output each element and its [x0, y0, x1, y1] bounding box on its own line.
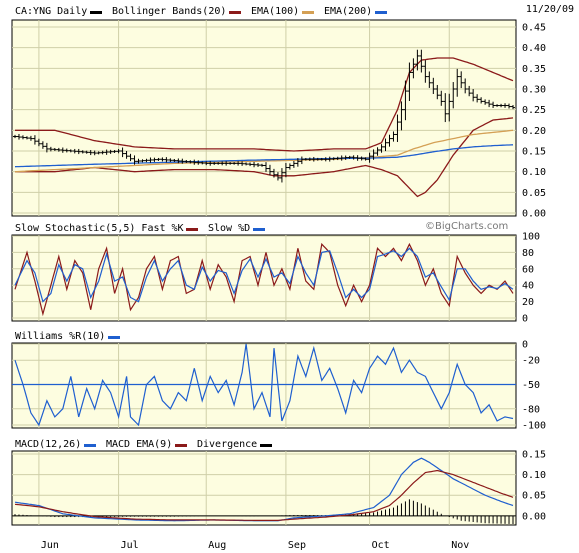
legend-swatch — [260, 444, 272, 447]
y-tick-label: 0.00 — [522, 511, 546, 522]
y-tick-label: 80 — [522, 248, 534, 259]
legend-label: EMA(100) — [251, 6, 299, 17]
y-tick-label: -20 — [522, 356, 540, 367]
y-tick-label: 0.45 — [522, 23, 546, 34]
y-tick-label: 0.15 — [522, 147, 546, 158]
legend-swatch — [84, 444, 96, 447]
y-tick-label: -50 — [522, 380, 540, 391]
x-tick-label: Sep — [288, 540, 306, 551]
legend-label: MACD EMA(9) — [106, 439, 172, 450]
legend-swatch — [229, 11, 241, 14]
y-tick-label: 0.20 — [522, 126, 546, 137]
legend-label: EMA(200) — [324, 6, 372, 17]
panel-background — [11, 342, 517, 429]
legend-label: MACD(12,26) — [15, 439, 81, 450]
y-tick-label: 0.15 — [522, 450, 546, 461]
legend-swatch — [302, 11, 314, 14]
y-tick-label: 0.10 — [522, 470, 546, 481]
x-tick-label: Aug — [208, 540, 226, 551]
panel-background — [11, 450, 517, 526]
stock-chart: 11/20/09 0.00 0.05 0.10 0.15 0.20 0.25 0.30 0.3… — [11, 4, 574, 551]
legend-swatch — [375, 11, 387, 14]
legend-label: Williams %R(10) — [15, 331, 105, 342]
x-tick-label: Jun — [41, 540, 59, 551]
y-tick-label: 60 — [522, 264, 534, 275]
y-tick-label: 0.00 — [522, 209, 546, 220]
y-tick-label: -80 — [522, 404, 540, 415]
y-tick-label: 0.25 — [522, 105, 546, 116]
panel-background — [11, 19, 517, 217]
y-tick-label: 0.40 — [522, 43, 546, 54]
y-tick-label: 20 — [522, 297, 534, 308]
y-tick-label: 0.10 — [522, 167, 546, 178]
y-tick-label: 0.30 — [522, 85, 546, 96]
y-tick-label: 0.35 — [522, 64, 546, 75]
y-tick-label: 40 — [522, 281, 534, 292]
legend-label: CA:YNG Daily — [15, 6, 87, 17]
legend-swatch — [175, 444, 187, 447]
y-tick-label: 100 — [522, 232, 540, 243]
panel-macd: 0.00 0.05 0.10 0.15 MACD(12,26) MACD EMA(9) Di… — [11, 439, 546, 526]
panel-price: 0.00 0.05 0.10 0.15 0.20 0.25 0.30 0.35 0.40 0.45… — [11, 6, 546, 220]
legend-label: Slow %D — [208, 223, 250, 234]
x-tick-label: Jul — [121, 540, 139, 551]
legend-swatch — [90, 11, 102, 14]
legend-swatch — [186, 228, 198, 231]
panel-background — [11, 234, 517, 322]
panel-williams: -100 -80 -50 -20 0 Williams %R(10) — [11, 331, 546, 432]
y-tick-label: 0 — [522, 314, 528, 325]
y-tick-label: 0.05 — [522, 188, 546, 199]
legend-swatch — [108, 336, 120, 339]
chart-date: 11/20/09 — [526, 4, 574, 15]
y-tick-label: 0.05 — [522, 491, 546, 502]
y-tick-label: -100 — [522, 421, 546, 432]
legend-label: Divergence — [197, 439, 257, 450]
legend-label: Slow Stochastic(5,5) Fast %K — [15, 223, 184, 234]
legend-label: Bollinger Bands(20) — [112, 6, 226, 17]
legend-swatch — [253, 228, 265, 231]
x-tick-label: Oct — [372, 540, 390, 551]
watermark: ©BigCharts.com — [425, 221, 508, 232]
y-tick-label: 0 — [522, 340, 528, 351]
x-tick-label: Nov — [451, 540, 469, 551]
